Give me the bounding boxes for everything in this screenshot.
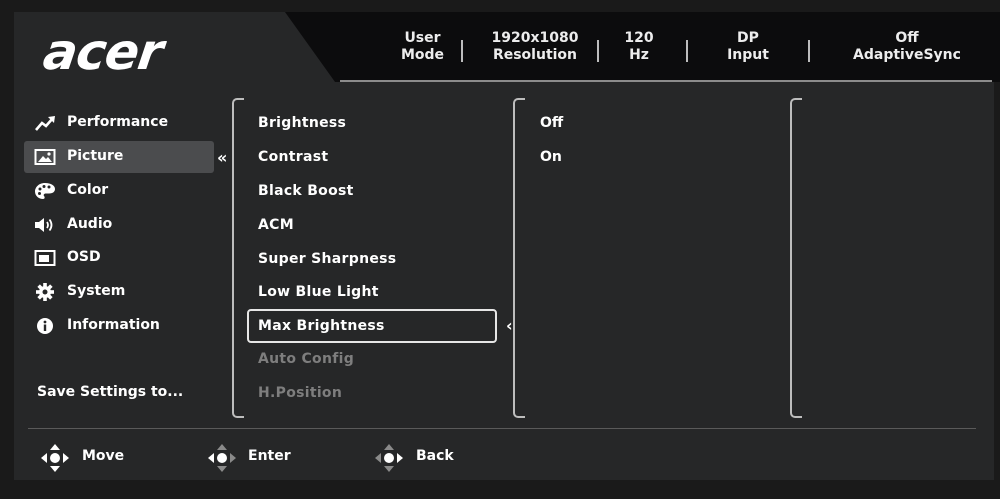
sidebar-item-label: OSD — [67, 249, 101, 265]
dpad-move-icon — [41, 444, 69, 472]
menu-item-max-brightness[interactable]: Max Brightness — [258, 318, 385, 334]
status-separator — [461, 40, 463, 62]
speaker-icon — [35, 218, 53, 232]
sidebar-item-label: Audio — [67, 216, 113, 232]
menu-item-brightness[interactable]: Brightness — [258, 115, 346, 131]
hint-back: Back — [416, 448, 454, 464]
status-input-value: DP — [737, 30, 759, 46]
sidebar-item-label: Color — [67, 182, 109, 198]
footer-divider — [28, 428, 976, 429]
sidebar-item-osd[interactable]: OSD — [24, 242, 214, 274]
picture-icon — [34, 149, 56, 165]
sidebar-item-label: System — [67, 283, 126, 299]
status-input: DP Input — [718, 30, 778, 64]
status-separator — [597, 40, 599, 62]
sidebar-item-label: Performance — [67, 114, 169, 130]
osd-window-icon — [34, 250, 56, 266]
option-on[interactable]: On — [540, 149, 562, 165]
sidebar-item-audio[interactable]: Audio — [24, 209, 214, 241]
menu-item-black-boost[interactable]: Black Boost — [258, 183, 354, 199]
sidebar-item-label: Information — [67, 317, 160, 333]
sidebar-item-performance[interactable]: Performance — [24, 107, 214, 139]
palette-icon — [35, 183, 55, 199]
trend-up-icon — [35, 116, 55, 131]
options-bracket — [513, 98, 525, 418]
hint-enter: Enter — [248, 448, 291, 464]
status-input-label: Input — [727, 47, 769, 63]
sidebar-item-system[interactable]: System — [24, 276, 214, 308]
status-resolution-value: 1920x1080 — [491, 30, 579, 46]
status-refresh-value: 120 — [624, 30, 654, 46]
option-off[interactable]: Off — [540, 115, 563, 131]
sidebar-item-information[interactable]: Information — [24, 310, 214, 342]
gear-icon — [36, 283, 54, 301]
status-refresh: 120 Hz — [617, 30, 661, 64]
sidebar-item-label: Picture — [67, 148, 124, 164]
menu-item-auto-config: Auto Config — [258, 351, 355, 367]
status-separator — [686, 40, 688, 62]
status-separator — [808, 40, 810, 62]
status-mode-value: User — [404, 30, 441, 46]
menu-item-h-position: H.Position — [258, 385, 343, 401]
menu-item-low-blue-light[interactable]: Low Blue Light — [258, 284, 379, 300]
hint-move: Move — [82, 448, 125, 464]
status-refresh-label: Hz — [629, 47, 649, 63]
save-settings-button[interactable]: Save Settings to... — [37, 384, 183, 400]
info-icon — [37, 318, 53, 334]
detail-bracket — [790, 98, 802, 418]
sidebar-item-picture[interactable]: Picture — [24, 141, 214, 173]
acer-logo: acer — [39, 23, 167, 81]
chevron-left-icon: ‹ — [506, 316, 513, 335]
status-adaptivesync-label: AdaptiveSync — [853, 47, 961, 63]
dpad-enter-icon — [208, 444, 236, 472]
sidebar-item-color[interactable]: Color — [24, 175, 214, 207]
status-adaptivesync: Off AdaptiveSync — [852, 30, 962, 64]
selected-chevron-icon: « — [217, 148, 228, 167]
status-resolution: 1920x1080 Resolution — [487, 30, 583, 64]
menu-item-acm[interactable]: ACM — [258, 217, 294, 233]
status-mode-label: Mode — [400, 47, 445, 63]
menu-item-contrast[interactable]: Contrast — [258, 149, 328, 165]
status-mode: User Mode — [395, 30, 450, 64]
dpad-back-icon — [375, 444, 403, 472]
status-adaptivesync-value: Off — [895, 30, 919, 46]
menu-item-super-sharpness[interactable]: Super Sharpness — [258, 251, 396, 267]
menu-bracket — [232, 98, 244, 418]
status-resolution-label: Resolution — [492, 47, 578, 63]
status-bar-divider — [340, 80, 992, 82]
